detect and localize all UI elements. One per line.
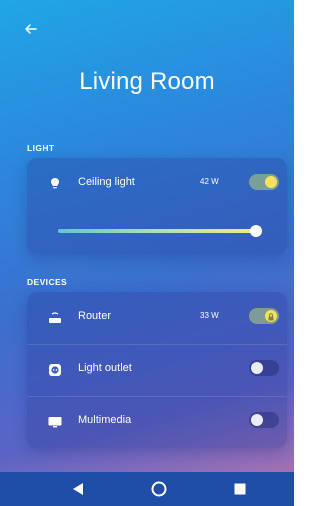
nav-home-button[interactable]: [139, 472, 179, 506]
nav-recents-button[interactable]: [220, 472, 260, 506]
router-label: Router: [78, 310, 112, 322]
ceiling-light-watts: 42 W: [200, 177, 219, 186]
lock-icon: [268, 313, 274, 321]
nav-home-icon: [151, 481, 167, 497]
page-title: Living Room: [79, 68, 215, 95]
toggle-knob: [265, 310, 277, 322]
light-outlet-toggle[interactable]: [249, 360, 279, 376]
power-outlet-icon: [49, 364, 61, 376]
arrow-left-icon: [25, 24, 37, 34]
toggle-knob: [251, 362, 263, 374]
section-label-devices: DEVICES: [27, 277, 68, 287]
brightness-slider[interactable]: [58, 225, 262, 237]
ceiling-light-toggle[interactable]: [249, 174, 279, 190]
ceiling-light-label: Ceiling light: [78, 176, 135, 188]
screen: Living Room LIGHT Ceiling light 42 W DEV…: [0, 0, 294, 506]
router-watts: 33 W: [200, 311, 219, 320]
section-label-light: LIGHT: [27, 143, 55, 153]
brightness-slider-thumb[interactable]: [249, 225, 262, 237]
system-nav-bar: [0, 472, 294, 506]
device-row-multimedia: Multimedia: [27, 396, 287, 448]
light-row-ceiling: Ceiling light 42 W: [27, 158, 287, 210]
router-icon: [49, 312, 61, 323]
device-row-router: Router 33 W: [27, 292, 287, 344]
light-card: Ceiling light 42 W: [27, 158, 287, 254]
multimedia-toggle[interactable]: [249, 412, 279, 428]
toggle-knob: [265, 176, 277, 188]
nav-recents-icon: [234, 483, 246, 495]
monitor-icon: [48, 417, 62, 428]
nav-back-button[interactable]: [58, 472, 98, 506]
light-outlet-label: Light outlet: [78, 362, 132, 374]
multimedia-label: Multimedia: [78, 414, 132, 426]
lightbulb-icon: [51, 178, 59, 189]
router-toggle[interactable]: [249, 308, 279, 324]
back-button[interactable]: [24, 22, 42, 40]
toggle-knob: [251, 414, 263, 426]
nav-back-icon: [73, 483, 83, 495]
devices-card: Router 33 W Light outlet Multimedia: [27, 292, 287, 448]
device-row-light-outlet: Light outlet: [27, 344, 287, 396]
